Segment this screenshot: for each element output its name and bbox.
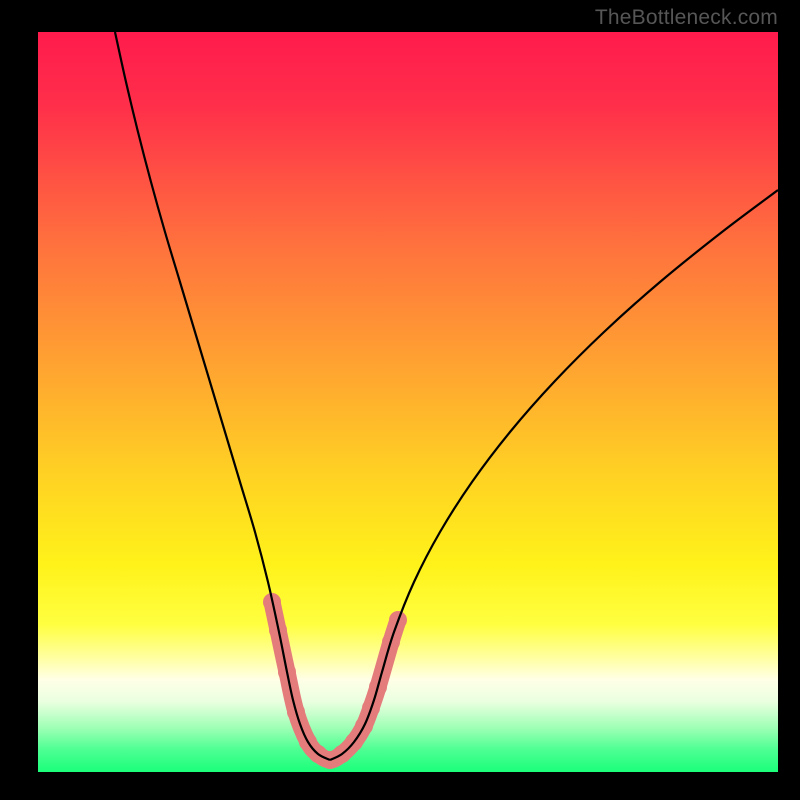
chart-frame: TheBottleneck.com	[0, 0, 800, 800]
marker-group	[263, 593, 407, 769]
right-curve	[330, 190, 778, 760]
left-curve	[115, 32, 330, 760]
curve-layer	[38, 32, 778, 772]
plot-area	[38, 32, 778, 772]
watermark-text: TheBottleneck.com	[595, 6, 778, 30]
